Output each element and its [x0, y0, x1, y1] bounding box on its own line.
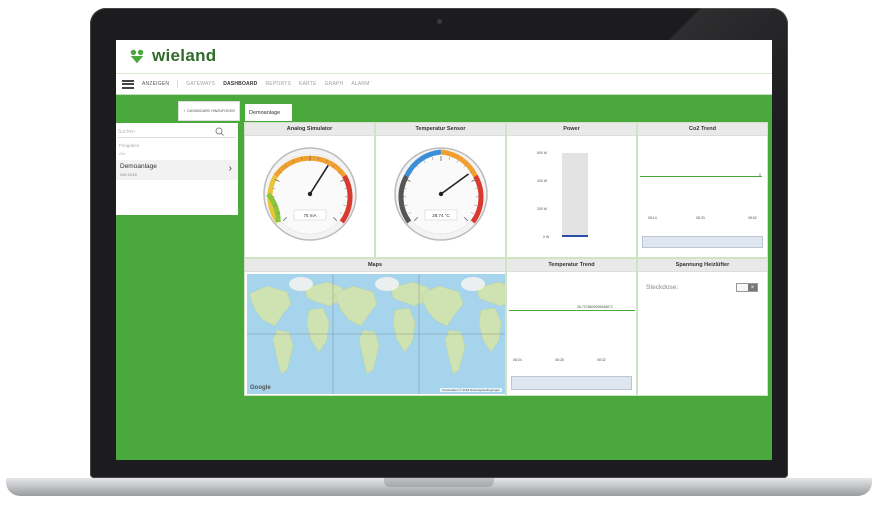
folder-label: Freigaben: [119, 143, 140, 148]
widget-analog-simulator: Analog Simulator 75 mA: [244, 122, 375, 258]
widget-temperatur-sensor: Temperatur Sensor 28.74 °C: [375, 122, 506, 258]
co2-last-value: 0: [759, 173, 761, 177]
search-icon[interactable]: [214, 127, 226, 137]
temperature-trend-last-value: 28.73786099999466°C: [577, 305, 614, 309]
sidebar-search: [118, 126, 236, 138]
widget-title: Analog Simulator: [245, 123, 374, 136]
footer-band: [116, 425, 772, 460]
world-map[interactable]: Google Kartendaten © 2018 Nutzungsbeding…: [247, 274, 505, 394]
google-logo: Google: [250, 385, 271, 391]
close-icon: ×: [748, 284, 757, 291]
power-bar-fill: [562, 235, 588, 237]
temperature-trend-chart: 28.73786099999466°C 08:24 08:28 08:32: [507, 272, 638, 396]
power-chart: 600 W 400 W 200 W 0 W: [507, 136, 638, 258]
plus-icon: +: [183, 109, 186, 113]
nav-anzeigen[interactable]: ANZEIGEN: [142, 81, 169, 87]
search-input[interactable]: [118, 126, 214, 137]
nav-karte[interactable]: KARTE: [299, 81, 317, 87]
widget-temperatur-trend: Temperatur Trend 28.73786099999466°C 08:…: [506, 258, 637, 396]
hamburger-icon[interactable]: [122, 79, 134, 89]
analog-gauge: 75 mA: [263, 147, 357, 241]
laptop-mockup: wieland ANZEIGEN GATEWAYS DASHBOARD REPO…: [0, 0, 878, 514]
power-tick: 400 W: [537, 179, 548, 183]
power-tick: 0 W: [543, 235, 550, 239]
laptop-notch: [384, 478, 494, 487]
widget-title: Temperatur Trend: [507, 259, 636, 272]
brand-logo[interactable]: wieland: [128, 46, 216, 66]
main-nav: ANZEIGEN GATEWAYS DASHBOARD REPORTS KART…: [116, 74, 772, 95]
widget-title: Co2 Trend: [638, 123, 767, 136]
temperature-trend-line: [509, 310, 635, 311]
temperature-trend-time: 08:24: [513, 358, 522, 362]
socket-toggle[interactable]: ×: [736, 283, 758, 292]
widget-spannung-heizluefter: Spannung Heizlüfter Steckdose: ×: [637, 258, 768, 396]
list-item-subtitle: WN 2018: [120, 172, 137, 177]
temperature-gauge: 28.74 °C: [394, 147, 488, 241]
widget-maps: Maps Google Kartendaten © 2018 Nutzungsb…: [244, 258, 506, 396]
folder-all-link[interactable]: Alle: [119, 151, 126, 156]
nav-reports[interactable]: REPORTS: [266, 81, 291, 87]
co2-range-navigator[interactable]: [642, 236, 763, 248]
webcam: [437, 19, 442, 24]
temperature-value: 28.74 °C: [432, 213, 450, 218]
add-dashboard-button[interactable]: + DASHBOARD HINZUFÜGEN: [178, 101, 240, 121]
widget-title: Spannung Heizlüfter: [638, 259, 767, 272]
brand-name: wieland: [152, 46, 217, 65]
widget-title: Power: [507, 123, 636, 136]
tab-demoanlage[interactable]: Demoanlage: [245, 104, 292, 121]
nav-alarm[interactable]: ALARM: [351, 81, 369, 87]
analog-value: 75 mA: [303, 213, 316, 218]
co2-time: 08:14: [648, 216, 657, 220]
dashboard-list-item[interactable]: Demoanlage WN 2018 ›: [116, 160, 238, 180]
wieland-logo-icon: [130, 49, 144, 64]
nav-dashboard[interactable]: DASHBOARD: [223, 81, 257, 87]
power-bar-background: [562, 153, 588, 237]
co2-chart: 0 08:14 08:33 08:52: [638, 136, 769, 258]
widget-title: Maps: [245, 259, 505, 272]
co2-time: 08:33: [696, 216, 705, 220]
app-screen: wieland ANZEIGEN GATEWAYS DASHBOARD REPO…: [116, 40, 772, 460]
power-tick: 600 W: [537, 151, 548, 155]
app-header: wieland: [116, 40, 772, 74]
nav-graph[interactable]: GRAPH: [325, 81, 344, 87]
socket-label: Steckdose:: [646, 284, 679, 291]
chevron-right-icon: ›: [228, 163, 232, 174]
widget-co2-trend: Co2 Trend 0 08:14 08:33 08:52: [637, 122, 768, 258]
power-tick: 200 W: [537, 207, 548, 211]
list-item-title: Demoanlage: [120, 163, 157, 170]
temperature-trend-time: 08:32: [597, 358, 606, 362]
temperature-range-navigator[interactable]: [511, 376, 632, 390]
dashboard-grid: Analog Simulator 75 mA Temperatur Sensor…: [244, 122, 768, 396]
co2-time: 08:52: [748, 216, 757, 220]
temperature-trend-time: 08:28: [555, 358, 564, 362]
widget-title: Temperatur Sensor: [376, 123, 505, 136]
map-attribution[interactable]: Kartendaten © 2018 Nutzungsbedingungen: [440, 388, 502, 392]
co2-line: [640, 176, 762, 177]
nav-gateways[interactable]: GATEWAYS: [186, 81, 215, 87]
widget-power: Power 600 W 400 W 200 W 0 W: [506, 122, 637, 258]
